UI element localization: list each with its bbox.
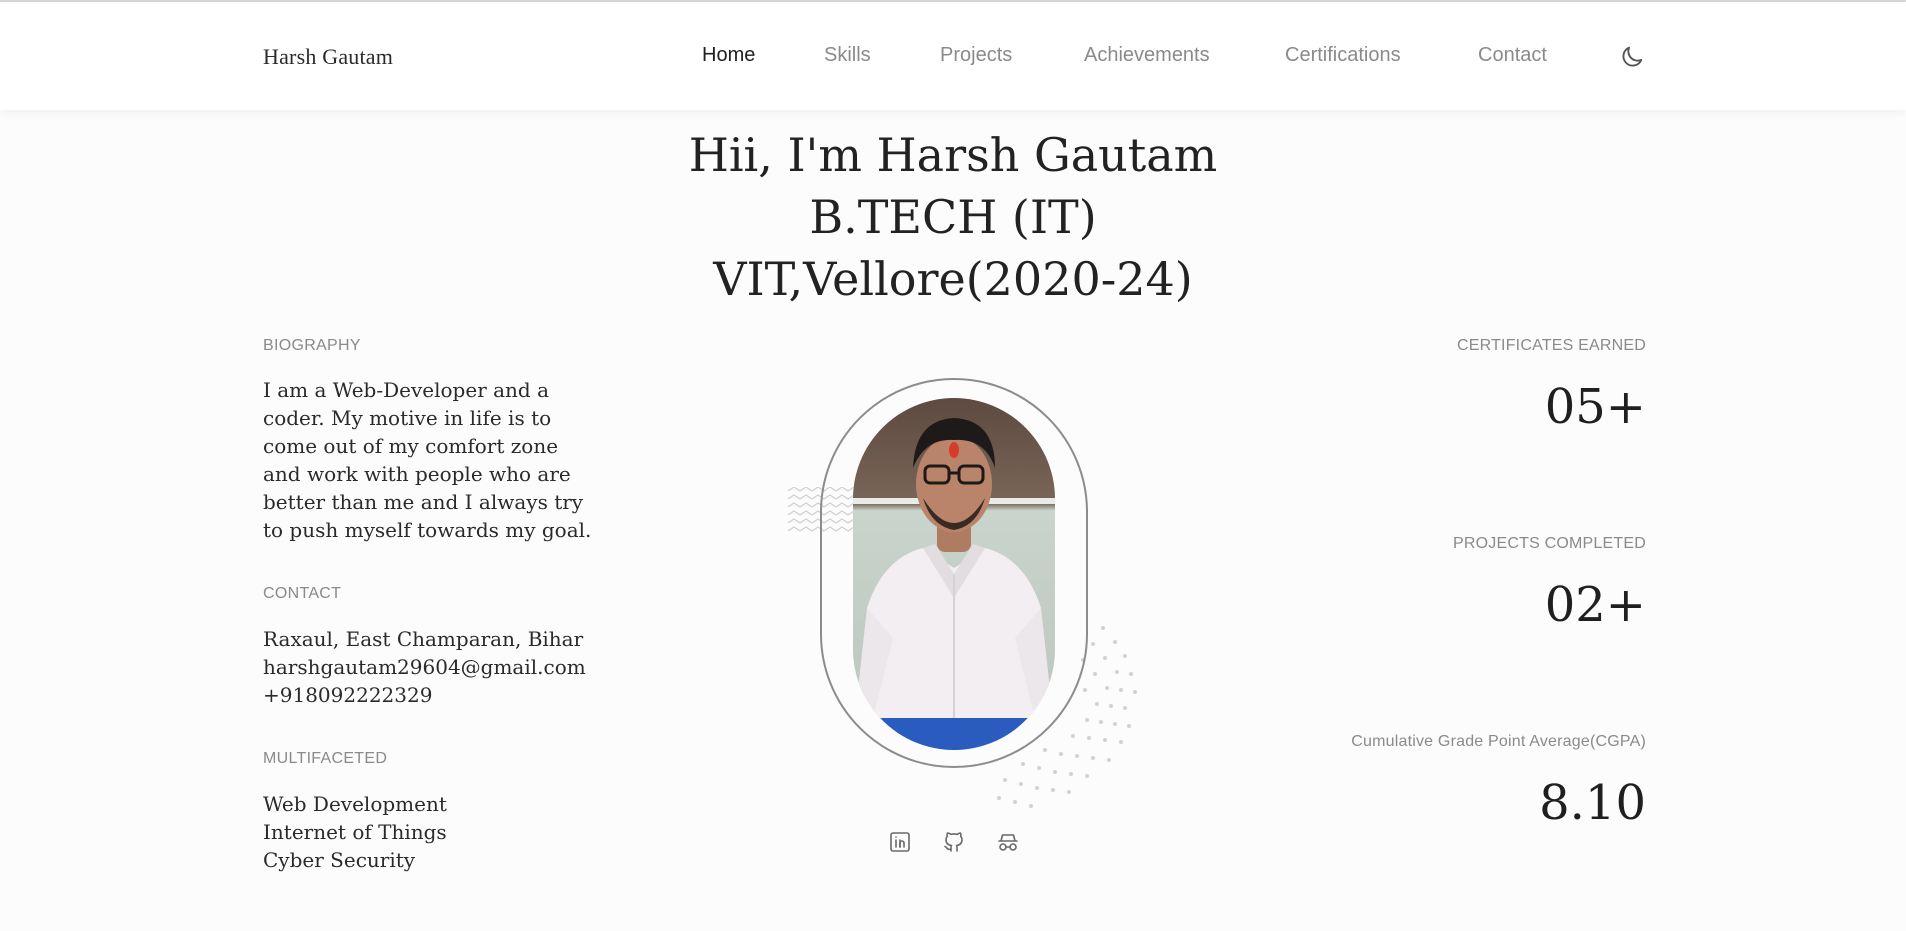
contact-phone[interactable]: +918092222329 <box>263 681 603 709</box>
stat-cgpa: Cumulative Grade Point Average(CGPA) 8.1… <box>1286 733 1646 931</box>
stats-column: CERTIFICATES EARNED 05+ PROJECTS COMPLET… <box>1286 337 1646 931</box>
nav-achievements[interactable]: Achievements <box>1084 44 1210 67</box>
cgpa-label: Cumulative Grade Point Average(CGPA) <box>1351 733 1646 750</box>
hero-degree: B.TECH (IT) <box>809 190 1097 244</box>
hero-college: VIT,Vellore(2020-24) <box>713 252 1193 306</box>
incognito-link[interactable] <box>996 830 1020 854</box>
social-links <box>888 830 1028 854</box>
nav-projects[interactable]: Projects <box>940 44 1012 67</box>
info-column: BIOGRAPHY I am a Web-Developer and a cod… <box>263 337 603 874</box>
nav-home[interactable]: Home <box>702 44 755 67</box>
contact-label: CONTACT <box>263 585 342 602</box>
biography-label: BIOGRAPHY <box>263 337 361 354</box>
nav-certifications[interactable]: Certifications <box>1285 44 1401 67</box>
multifaceted-item: Internet of Things <box>263 820 447 844</box>
certificates-label: CERTIFICATES EARNED <box>1456 337 1646 354</box>
incognito-icon <box>998 834 1018 851</box>
biography-text: I am a Web-Developer and a coder. My mot… <box>263 378 592 542</box>
contact-details: Raxaul, East Champaran, Bihar harshgauta… <box>263 625 603 709</box>
site-header: Harsh Gautam Home Skills Projects Achiev… <box>0 2 1906 110</box>
linkedin-icon <box>890 832 910 852</box>
projects-value: 02+ <box>1544 577 1646 633</box>
contact-address: Raxaul, East Champaran, Bihar <box>263 627 584 651</box>
github-link[interactable] <box>942 830 966 854</box>
contact-email[interactable]: harshgautam29604@gmail.com <box>263 653 603 681</box>
projects-label: PROJECTS COMPLETED <box>1453 535 1646 552</box>
profile-photo <box>853 398 1055 750</box>
nav-contact[interactable]: Contact <box>1478 44 1547 67</box>
hero-title: Hii, I'm Harsh Gautam B.TECH (IT) VIT,Ve… <box>0 124 1906 310</box>
cgpa-value: 8.10 <box>1539 775 1646 831</box>
moon-icon <box>1622 46 1643 67</box>
certificates-value: 05+ <box>1544 379 1646 435</box>
linkedin-link[interactable] <box>888 830 912 854</box>
multifaceted-list: Web Development Internet of Things Cyber… <box>263 790 603 874</box>
nav-skills[interactable]: Skills <box>824 44 871 67</box>
github-icon <box>944 832 963 852</box>
hero-greeting: Hii, I'm Harsh Gautam <box>688 128 1218 182</box>
stat-certificates: CERTIFICATES EARNED 05+ <box>1286 337 1646 535</box>
person-photo-icon <box>853 398 1055 750</box>
multifaceted-label: MULTIFACETED <box>263 750 388 767</box>
multifaceted-item: Web Development <box>263 792 447 816</box>
multifaceted-item: Cyber Security <box>263 848 416 872</box>
theme-toggle-button[interactable] <box>1618 43 1646 71</box>
stat-projects: PROJECTS COMPLETED 02+ <box>1286 535 1646 733</box>
